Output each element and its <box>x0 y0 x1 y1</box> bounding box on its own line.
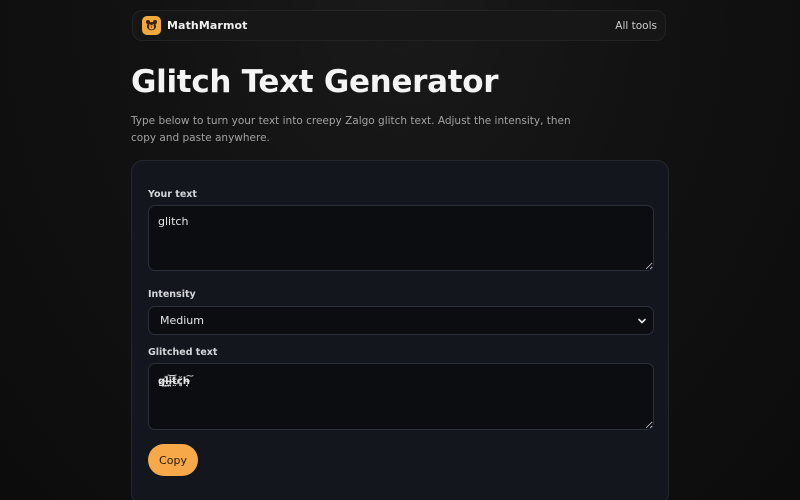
brand[interactable]: MathMarmot <box>142 16 248 35</box>
all-tools-link[interactable]: All tools <box>615 20 657 32</box>
top-navigation: MathMarmot All tools <box>132 10 666 41</box>
page: MathMarmot All tools Glitch Text Generat… <box>0 0 800 500</box>
intensity-label: Intensity <box>148 289 196 300</box>
brand-name: MathMarmot <box>167 19 248 32</box>
generator-card: Your text glitch Intensity Medium Glitch… <box>131 160 669 500</box>
page-subtitle: Type below to turn your text into creepy… <box>131 115 571 144</box>
output-label: Glitched text <box>148 347 218 358</box>
chevron-down-icon <box>638 318 646 323</box>
intensity-select[interactable]: Medium <box>148 306 654 335</box>
input-label: Your text <box>148 189 197 200</box>
page-title: Glitch Text Generator <box>131 64 499 100</box>
intensity-selected-value: Medium <box>160 314 204 327</box>
text-input[interactable]: glitch <box>148 205 654 271</box>
glitched-output[interactable]: g̷̙͜l̴̰̎i̵̪͝t̶̤̄c̷̻̆h̴̘͠ <box>148 363 654 430</box>
copy-button[interactable]: Copy <box>148 444 198 476</box>
marmot-icon <box>142 16 161 35</box>
